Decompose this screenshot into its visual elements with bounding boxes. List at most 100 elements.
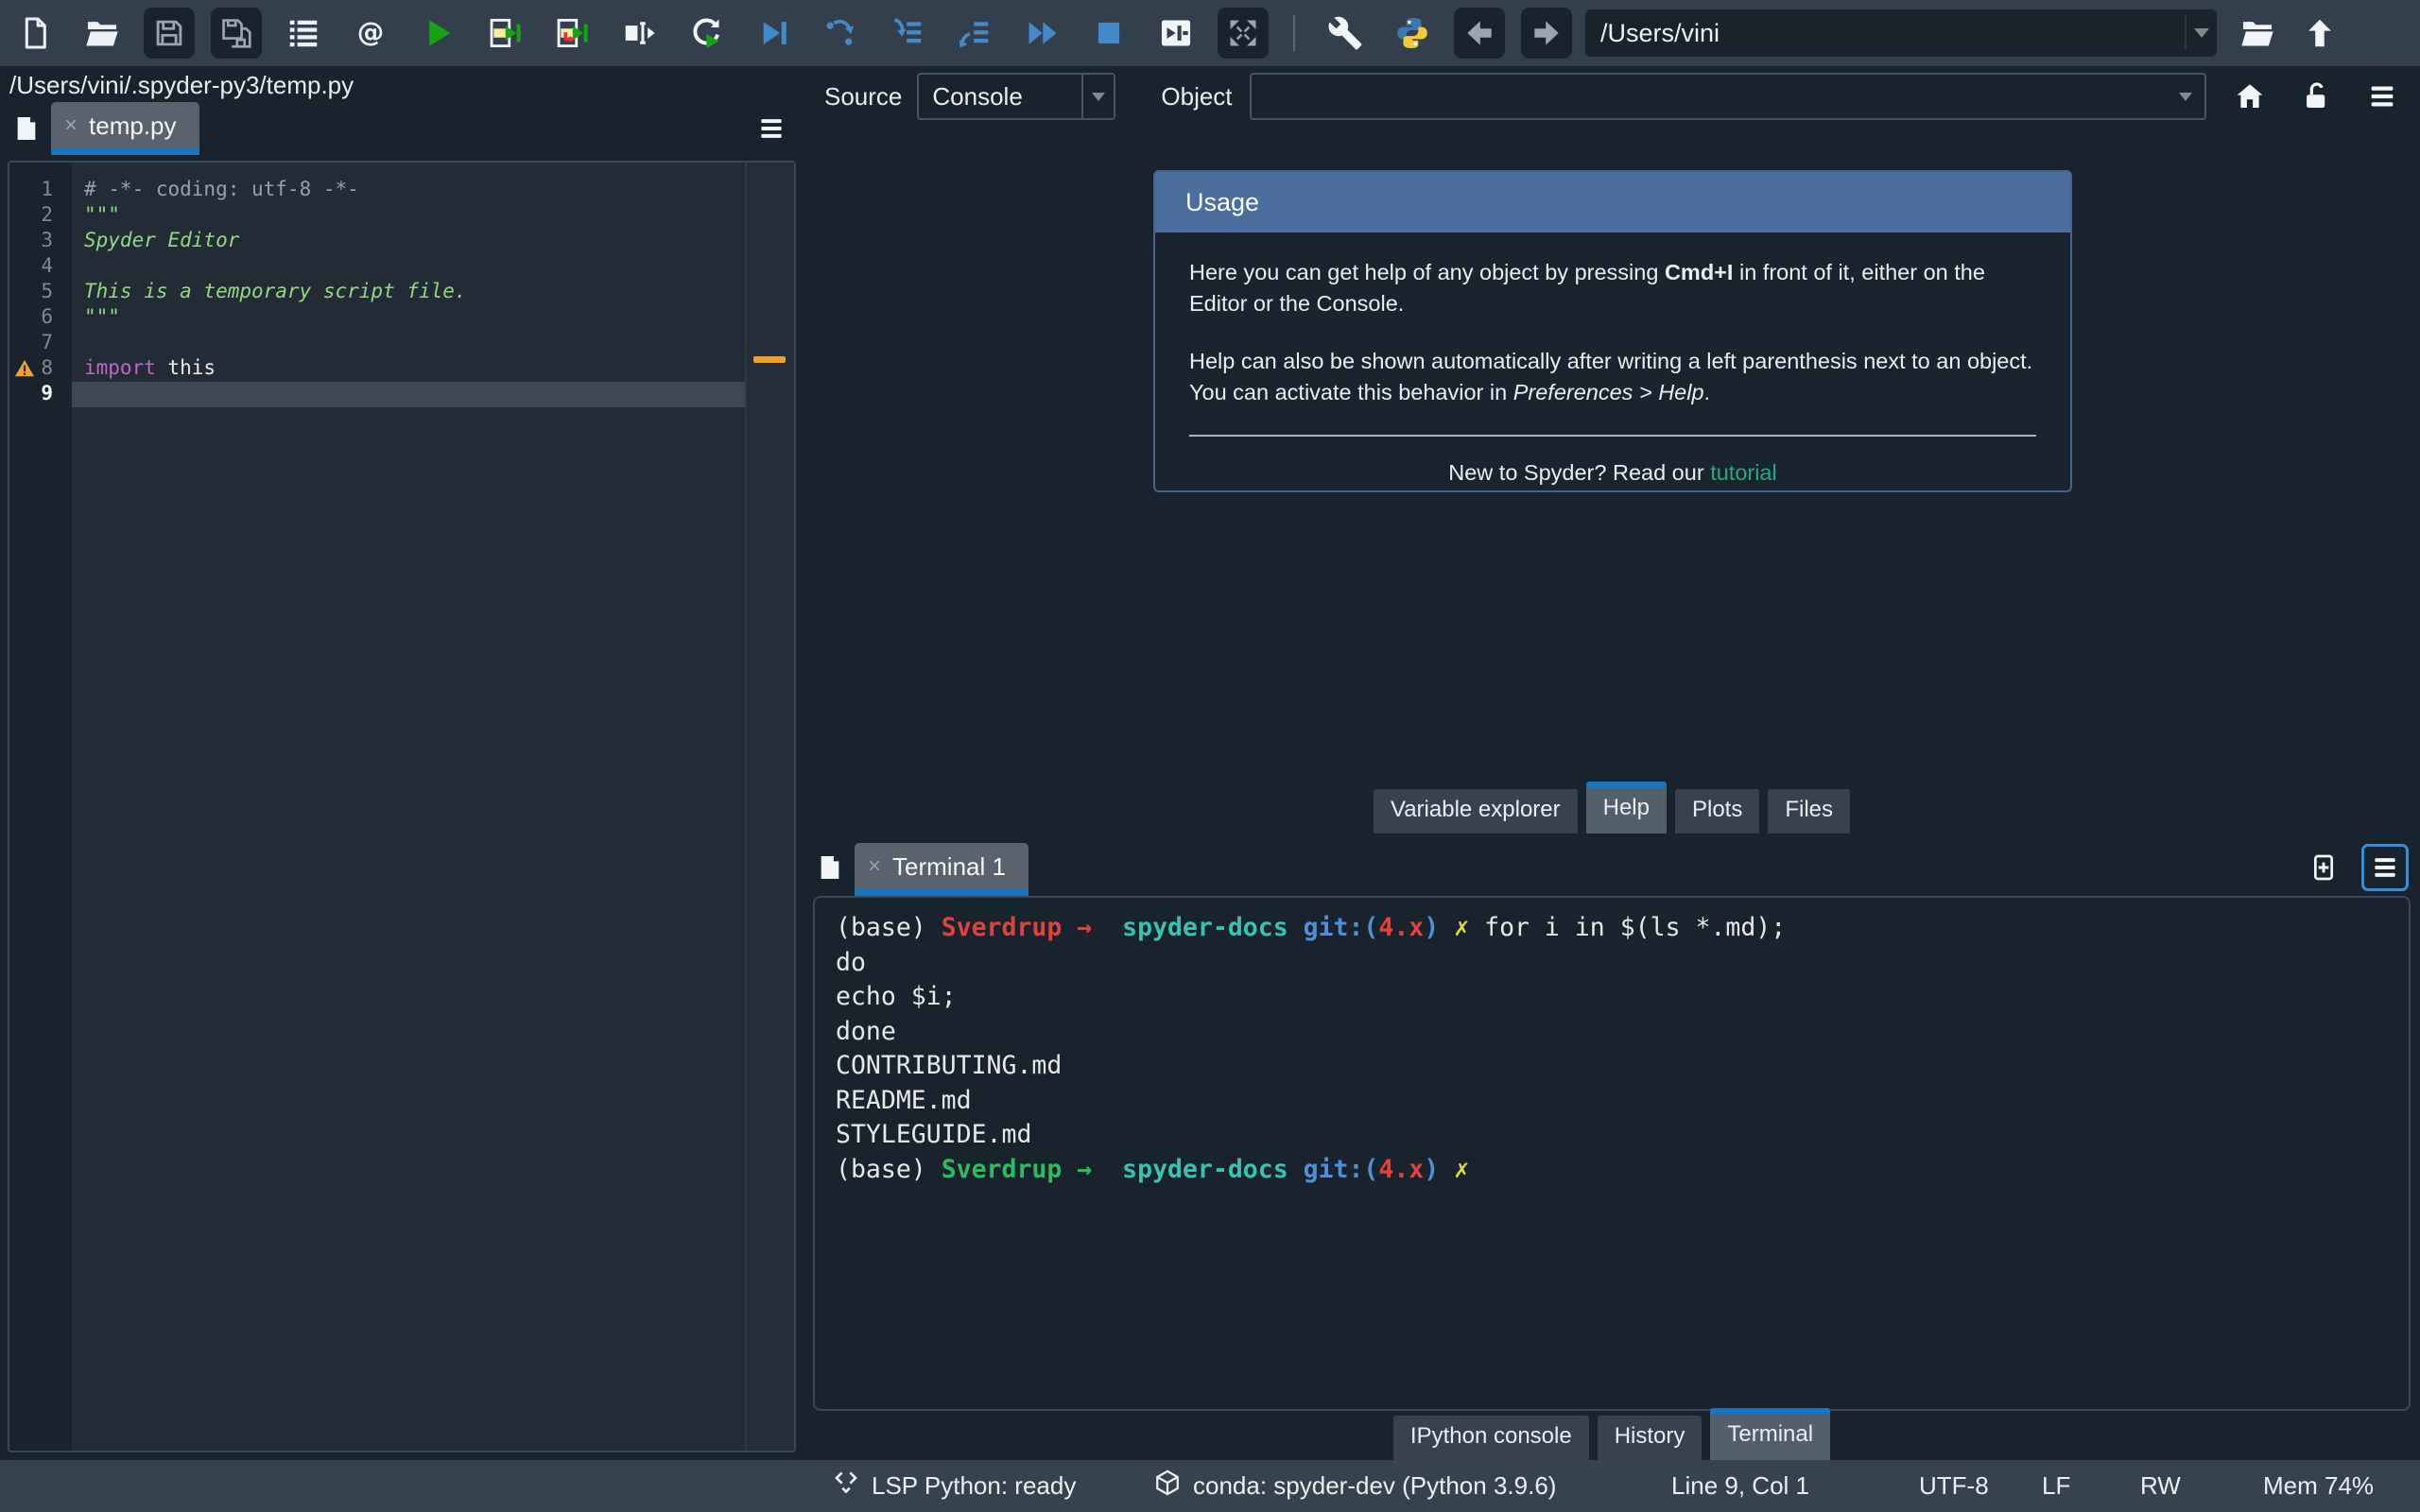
editor-pane: /Users/vini/.spyder-py3/temp.py × temp.p… [0,66,804,1460]
debug-continue-button[interactable] [1016,8,1067,59]
rerun-cell-button[interactable] [681,8,732,59]
warning-flag-marker[interactable] [753,356,786,363]
hamburger-icon [761,119,782,138]
history-back-icon [1467,21,1492,45]
help-object-combo[interactable] [1249,73,2206,120]
save-all-button[interactable] [211,8,262,59]
debug-stop-button[interactable] [1083,8,1134,59]
pane-tab-ipython-console[interactable]: IPython console [1392,1416,1589,1460]
editor-code-area[interactable]: # -*- coding: utf-8 -*- """ Spyder Editor T… [72,163,745,1451]
history-forward-button[interactable] [1521,8,1572,59]
pane-tab-variable-explorer[interactable]: Variable explorer [1373,789,1578,833]
run-cell-button[interactable] [479,8,530,59]
run-selection-button[interactable] [614,8,665,59]
debug-file-button[interactable] [748,8,799,59]
step-over-icon [826,20,854,45]
pane-tab-plots[interactable]: Plots [1674,789,1760,833]
divider [1189,435,2036,437]
close-icon[interactable]: × [868,855,881,878]
python-path-button[interactable] [1387,8,1438,59]
editor-file-path: /Users/vini/.spyder-py3/temp.py [9,71,354,99]
rerun-cell-icon [693,18,719,49]
conda-env-status[interactable]: conda: spyder-dev (Python 3.9.6) [1153,1460,1556,1512]
open-file-button[interactable] [77,8,128,59]
pane-tab-history[interactable]: History [1597,1416,1703,1460]
code-line [72,382,745,407]
gutter-line[interactable]: 2 [9,203,72,229]
browse-tabs-button[interactable] [6,108,47,149]
main-area: /Users/vini/.spyder-py3/temp.py × temp.p… [0,66,2420,1460]
memory-status[interactable]: Mem 74% [2263,1460,2374,1512]
open-file-icon [86,22,118,46]
object-label: Object [1161,81,1233,111]
new-file-button[interactable] [9,8,60,59]
help-header-icons [2231,77,2401,115]
browse-tabs-button[interactable] [809,847,851,888]
cursor-position-status[interactable]: Line 9, Col 1 [1671,1460,1809,1512]
run-selection-icon [625,22,655,44]
file-switcher-button[interactable] [278,8,329,59]
help-pane-tabs: Variable explorer Help Plots Files [804,782,2420,833]
gutter-line[interactable]: 9 [9,382,72,407]
pane-tab-files[interactable]: Files [1768,789,1851,833]
chevron-down-icon[interactable] [1081,75,1114,118]
code-line: This is a temporary script file. [84,280,467,302]
help-source-dropdown[interactable]: Console [917,73,1116,120]
code-line: # -*- coding: utf-8 -*- [84,178,359,200]
encoding-status[interactable]: UTF-8 [1919,1460,1989,1512]
save-button[interactable] [144,8,195,59]
hamburger-icon [2375,858,2395,877]
toolbar-right-buttons [2232,8,2345,59]
preferences-button[interactable] [1320,8,1371,59]
run-file-button[interactable] [412,8,463,59]
find-symbols-button[interactable]: @ [345,8,396,59]
up-directory-button[interactable] [2294,8,2345,59]
tutorial-link[interactable]: tutorial [1710,460,1777,485]
fullscreen-button[interactable] [1218,8,1269,59]
terminal-line: (base) Sverdrup → spyder-docs git:(4.x) … [836,1154,1470,1184]
help-home-button[interactable] [2231,77,2269,115]
chevron-down-icon[interactable] [2167,75,2204,118]
gutter-line[interactable]: 1 [9,178,72,203]
help-unlock-button[interactable] [2297,77,2335,115]
add-terminal-button[interactable] [2303,847,2344,888]
lsp-status[interactable]: LSP Python: ready [832,1460,1076,1512]
terminal-line: (base) Sverdrup → spyder-docs git:(4.x) … [836,913,1787,942]
step-into-button[interactable] [882,8,933,59]
editor-options-menu-button[interactable] [751,108,792,149]
gutter-line[interactable]: 4 [9,254,72,280]
gutter-line[interactable]: 5 [9,280,72,305]
lsp-code-icon [832,1469,860,1503]
pane-tab-terminal[interactable]: Terminal [1710,1408,1831,1460]
terminal-output[interactable]: (base) Sverdrup → spyder-docs git:(4.x) … [813,896,2411,1411]
help-options-menu-button[interactable] [2363,77,2401,115]
pane-tab-help[interactable]: Help [1585,782,1667,833]
code-line: """ [84,305,120,328]
maximize-pane-button[interactable] [1150,8,1201,59]
readwrite-status[interactable]: RW [2140,1460,2181,1512]
run-cell-advance-button[interactable] [546,8,597,59]
tab-temp-py[interactable]: × temp.py [51,102,199,155]
close-icon[interactable]: × [64,114,78,137]
eol-status[interactable]: LF [2042,1460,2070,1512]
run-cell-advance-icon [557,18,588,48]
open-directory-button[interactable] [2232,8,2283,59]
file-switcher-icon [289,20,318,47]
terminal-options-menu-button[interactable] [2361,844,2409,891]
gutter-line[interactable]: 8 [9,356,72,382]
chevron-down-icon[interactable] [2185,16,2217,50]
up-directory-icon [2308,19,2331,47]
tab-terminal-1[interactable]: × Terminal 1 [855,843,1028,896]
step-return-button[interactable] [949,8,1000,59]
step-over-button[interactable] [815,8,866,59]
gutter-line[interactable]: 7 [9,331,72,356]
history-back-button[interactable] [1454,8,1505,59]
editor-scrollflag-area[interactable] [745,163,794,1451]
code-editor[interactable]: 123456789 # -*- coding: utf-8 -*- """ Spyd… [8,161,796,1452]
working-directory-combo[interactable]: /Users/vini [1585,9,2217,57]
svg-text:@: @ [357,17,385,48]
editor-tab-bar: × temp.py [0,102,804,155]
gutter-line[interactable]: 6 [9,305,72,331]
gutter-line[interactable]: 3 [9,229,72,254]
